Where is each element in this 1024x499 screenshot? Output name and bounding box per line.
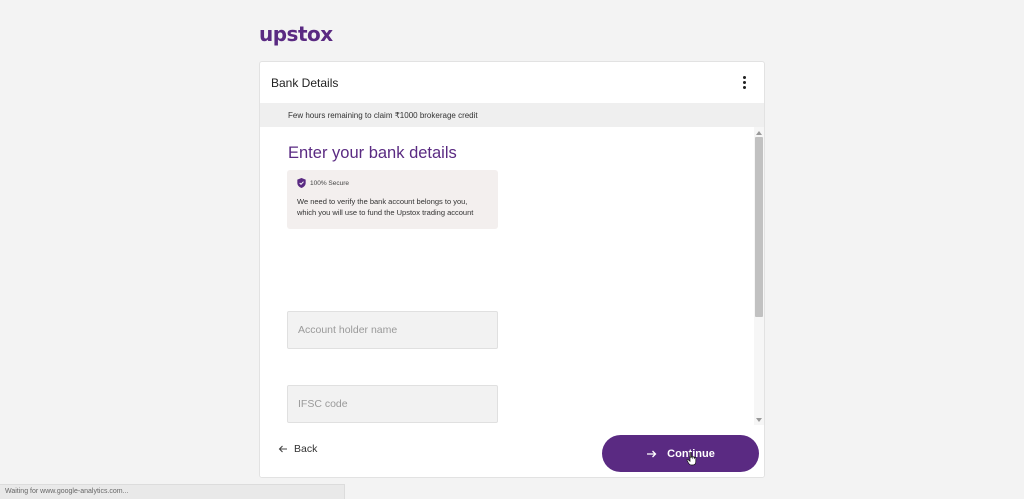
scroll-up-arrow-icon[interactable] bbox=[756, 131, 762, 135]
arrow-left-icon bbox=[278, 445, 287, 453]
form-content: Enter your bank details 100% Secure We n… bbox=[260, 127, 754, 425]
upstox-logo: upstox bbox=[259, 22, 333, 46]
page-title: Enter your bank details bbox=[288, 144, 457, 162]
security-info-box: 100% Secure We need to verify the bank a… bbox=[287, 170, 498, 229]
shield-check-icon bbox=[297, 178, 306, 188]
content-scrollbar[interactable] bbox=[754, 127, 764, 425]
scrollbar-thumb[interactable] bbox=[755, 137, 763, 317]
promo-banner-text: Few hours remaining to claim ₹1000 broke… bbox=[288, 110, 478, 120]
security-info-text: We need to verify the bank account belon… bbox=[297, 197, 488, 218]
browser-status-bar: Waiting for www.google-analytics.com... bbox=[0, 484, 345, 499]
back-label: Back bbox=[294, 443, 318, 455]
promo-banner: Few hours remaining to claim ₹1000 broke… bbox=[260, 103, 764, 127]
arrow-right-icon bbox=[647, 450, 657, 457]
secure-row: 100% Secure bbox=[297, 178, 488, 188]
scroll-down-arrow-icon[interactable] bbox=[756, 418, 762, 422]
back-button[interactable]: Back bbox=[278, 443, 317, 455]
more-vertical-icon[interactable] bbox=[737, 75, 751, 91]
card-title: Bank Details bbox=[271, 75, 339, 90]
account-holder-name-input[interactable] bbox=[287, 311, 498, 349]
info-line-1: We need to verify the bank account belon… bbox=[297, 197, 468, 206]
bank-details-card: Bank Details Few hours remaining to clai… bbox=[259, 61, 765, 478]
card-footer: Back Continue bbox=[260, 425, 764, 477]
ifsc-code-input[interactable] bbox=[287, 385, 498, 423]
card-header: Bank Details bbox=[260, 62, 764, 103]
page: upstox Bank Details Few hours remaining … bbox=[0, 0, 1024, 499]
status-text: Waiting for www.google-analytics.com... bbox=[5, 488, 129, 495]
info-line-2: which you will use to fund the Upstox tr… bbox=[297, 207, 474, 217]
continue-button[interactable]: Continue bbox=[602, 435, 759, 472]
secure-label: 100% Secure bbox=[310, 179, 350, 187]
hand-cursor-icon bbox=[686, 452, 697, 466]
